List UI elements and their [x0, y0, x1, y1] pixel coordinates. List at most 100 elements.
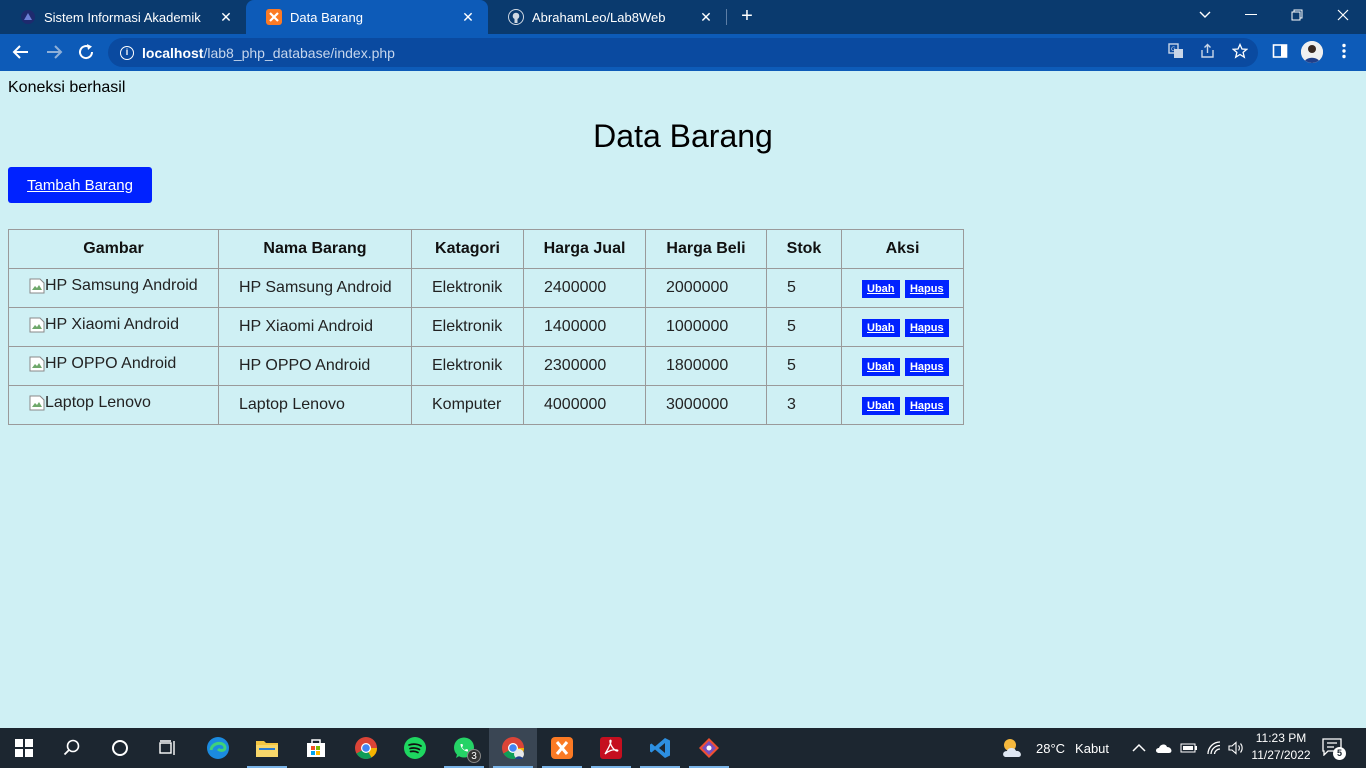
wifi-icon[interactable]	[1206, 728, 1222, 768]
edge-icon[interactable]	[194, 728, 242, 768]
image-alt-text: HP OPPO Android	[45, 355, 177, 372]
item-category-cell: Elektronik	[411, 268, 524, 308]
column-header: Harga Beli	[645, 229, 767, 269]
item-actions-cell: Ubah Hapus	[841, 346, 964, 386]
microsoft-store-icon[interactable]	[292, 728, 340, 768]
xampp-icon	[266, 9, 282, 25]
info-icon[interactable]: i	[120, 45, 134, 60]
windows-taskbar: 3 28°C Kabut 11:23 PM 11/27/2022 5	[0, 728, 1366, 768]
address-bar[interactable]: i localhost/lab8_php_database/index.php	[108, 38, 1258, 67]
weather-temperature: 28°C	[1036, 740, 1066, 756]
tab-sistem-informasi[interactable]: Sistem Informasi Akademik ✕	[0, 0, 246, 34]
tab-search-icon[interactable]	[1182, 0, 1228, 30]
column-header: Katagori	[411, 229, 524, 269]
item-sell-price-cell: 2300000	[523, 346, 646, 386]
item-stock-cell: 5	[766, 307, 842, 347]
share-icon[interactable]	[1198, 41, 1218, 61]
delete-button[interactable]: Hapus	[904, 318, 949, 337]
acrobat-icon[interactable]	[587, 728, 635, 768]
translate-icon[interactable]: G	[1166, 41, 1186, 61]
edit-button[interactable]: Ubah	[862, 318, 900, 337]
item-buy-price-cell: 1000000	[645, 307, 767, 347]
edit-button[interactable]: Ubah	[862, 357, 900, 376]
file-explorer-icon[interactable]	[243, 728, 291, 768]
restore-button[interactable]	[1274, 0, 1320, 30]
forward-arrow-icon[interactable]	[42, 40, 66, 64]
table-row: HP Xiaomi Android HP Xiaomi Android Elek…	[8, 307, 964, 347]
search-icon[interactable]	[48, 728, 96, 768]
tab-data-barang[interactable]: Data Barang ✕	[246, 0, 488, 34]
close-window-button[interactable]	[1320, 0, 1366, 30]
tab-title: AbrahamLeo/Lab8Web	[532, 9, 666, 25]
windows-start-icon[interactable]	[0, 728, 48, 768]
page-title: Data Barang	[593, 118, 773, 154]
item-category-cell: Komputer	[411, 385, 524, 425]
broken-image-icon	[29, 317, 45, 333]
tab-title: Sistem Informasi Akademik	[44, 9, 201, 25]
bookmark-star-icon[interactable]	[1230, 41, 1250, 61]
item-actions-cell: Ubah Hapus	[841, 385, 964, 425]
onedrive-icon[interactable]	[1155, 728, 1173, 768]
edit-button[interactable]: Ubah	[862, 396, 900, 415]
delete-button[interactable]: Hapus	[904, 357, 949, 376]
close-icon[interactable]: ✕	[218, 9, 234, 25]
task-view-icon[interactable]	[144, 728, 192, 768]
taskbar-clock[interactable]: 11:23 PM 11/27/2022	[1248, 730, 1314, 764]
page-content: Koneksi berhasil Data Barang Tambah Bara…	[0, 71, 1366, 728]
profile-avatar[interactable]	[1301, 41, 1323, 63]
edit-button[interactable]: Ubah	[862, 279, 900, 298]
vscode-icon[interactable]	[636, 728, 684, 768]
item-name-cell: HP OPPO Android	[218, 346, 412, 386]
chrome-icon[interactable]	[342, 728, 390, 768]
clock-time: 11:23 PM	[1255, 731, 1307, 745]
minimize-button[interactable]	[1228, 0, 1274, 30]
new-tab-button[interactable]: +	[736, 6, 758, 28]
cortana-icon[interactable]	[96, 728, 144, 768]
menu-kebab-icon[interactable]	[1334, 41, 1354, 61]
delete-button[interactable]: Hapus	[904, 279, 949, 298]
notification-center-icon[interactable]: 5	[1322, 728, 1346, 768]
weather-cloud-icon	[1000, 737, 1028, 759]
item-name-cell: HP Xiaomi Android	[218, 307, 412, 347]
item-image-cell: HP Samsung Android	[8, 268, 219, 308]
whatsapp-icon[interactable]: 3	[440, 728, 488, 768]
back-arrow-icon[interactable]	[9, 40, 33, 64]
item-stock-cell: 5	[766, 268, 842, 308]
browser-titlebar: Sistem Informasi Akademik ✕ Data Barang …	[0, 0, 1366, 34]
table-header-row: Gambar Nama Barang Katagori Harga Jual H…	[8, 229, 964, 269]
broken-image: Laptop Lenovo	[29, 394, 151, 412]
broken-image: HP Samsung Android	[29, 277, 198, 295]
reload-icon[interactable]	[74, 40, 98, 64]
battery-icon[interactable]	[1180, 728, 1198, 768]
close-icon[interactable]: ✕	[460, 9, 476, 25]
show-hidden-icons-icon[interactable]	[1132, 728, 1146, 768]
university-icon	[20, 9, 36, 25]
git-gui-icon[interactable]	[685, 728, 733, 768]
connection-status: Koneksi berhasil	[8, 79, 126, 96]
delete-button[interactable]: Hapus	[904, 396, 949, 415]
item-actions-cell: Ubah Hapus	[841, 268, 964, 308]
tab-divider	[726, 9, 727, 25]
item-buy-price-cell: 1800000	[645, 346, 767, 386]
weather-widget[interactable]: 28°C Kabut	[1000, 728, 1109, 768]
side-panel-icon[interactable]	[1270, 41, 1290, 61]
item-stock-cell: 3	[766, 385, 842, 425]
tab-github[interactable]: AbrahamLeo/Lab8Web ✕	[488, 0, 726, 34]
spotify-icon[interactable]	[391, 728, 439, 768]
tab-title: Data Barang	[290, 9, 363, 25]
whatsapp-badge: 3	[467, 749, 481, 763]
broken-image-icon	[29, 395, 45, 411]
column-header: Stok	[766, 229, 842, 269]
close-icon[interactable]: ✕	[698, 9, 714, 25]
items-table: Gambar Nama Barang Katagori Harga Jual H…	[8, 229, 964, 425]
xampp-icon[interactable]	[538, 728, 586, 768]
chrome-profile-icon[interactable]	[489, 728, 537, 768]
add-item-button[interactable]: Tambah Barang	[8, 167, 152, 203]
item-sell-price-cell: 1400000	[523, 307, 646, 347]
image-alt-text: HP Samsung Android	[45, 277, 198, 294]
item-actions-cell: Ubah Hapus	[841, 307, 964, 347]
url-host: localhost	[142, 44, 204, 61]
volume-icon[interactable]	[1228, 728, 1244, 768]
item-sell-price-cell: 4000000	[523, 385, 646, 425]
column-header: Aksi	[841, 229, 964, 269]
